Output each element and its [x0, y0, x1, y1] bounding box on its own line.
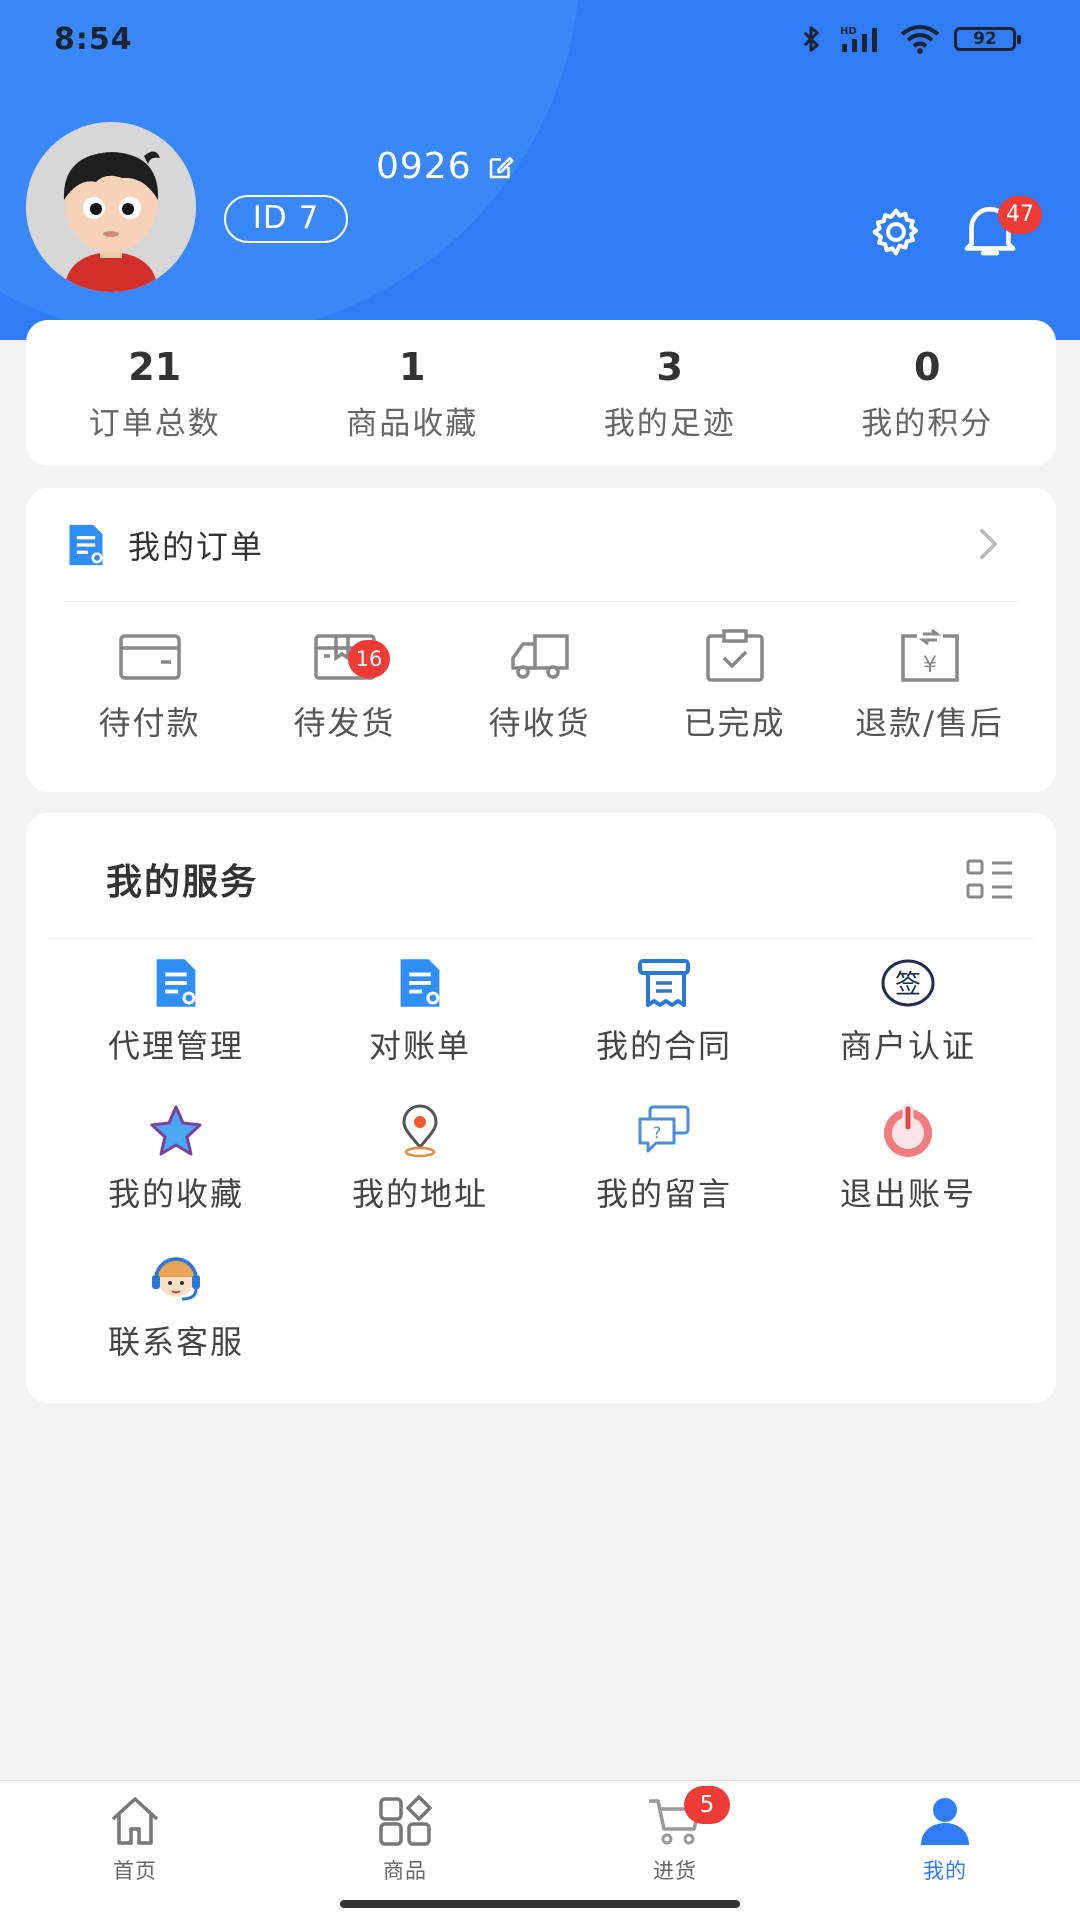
- order-status-list: 待付款 待发货 待收货 已完成 ¥ 退款/售后: [26, 628, 1056, 744]
- service-label: 退出账号: [839, 1175, 976, 1213]
- service-label: 对账单: [368, 1027, 471, 1065]
- status-bar: 8:54 HD 92: [0, 0, 1080, 80]
- pending-shipment-badge: 16: [348, 640, 390, 678]
- stats-card: 21 订单总数 1 商品收藏 3 我的足迹 0 我的积分: [26, 320, 1056, 466]
- orders-header[interactable]: 我的订单: [64, 488, 1018, 602]
- chevron-right-icon[interactable]: [974, 526, 1002, 562]
- profile-header: 8:54 HD 92 0926 ID 7 47: [0, 0, 1080, 340]
- wifi-icon: [900, 25, 940, 54]
- order-label: 待发货: [293, 704, 396, 742]
- service-address[interactable]: 我的地址: [298, 1103, 542, 1251]
- contract-icon: [638, 959, 690, 1007]
- service-merchant-verification[interactable]: 签 商户认证: [786, 955, 1030, 1103]
- stat-favorites[interactable]: 1 商品收藏: [284, 320, 542, 466]
- username-row[interactable]: 0926: [376, 146, 516, 187]
- notification-badge: 47: [998, 196, 1042, 234]
- service-statement[interactable]: 对账单: [298, 955, 542, 1103]
- svg-text:?: ?: [653, 1123, 662, 1142]
- cartoon-avatar-icon: [26, 122, 196, 292]
- user-id-pill: ID 7: [224, 195, 348, 243]
- stat-value: 3: [656, 344, 683, 389]
- order-pending-shipment[interactable]: 待发货: [247, 628, 442, 744]
- stat-label: 我的足迹: [603, 405, 736, 442]
- service-label: 我的合同: [595, 1027, 732, 1065]
- grid-icon: [379, 1795, 432, 1846]
- customer-service-icon: [152, 1257, 200, 1301]
- nav-profile[interactable]: 我的: [810, 1781, 1080, 1920]
- order-pending-payment[interactable]: 待付款: [52, 628, 247, 744]
- stat-label: 商品收藏: [346, 405, 479, 442]
- order-label: 待付款: [98, 704, 201, 742]
- wallet-icon: [118, 634, 181, 680]
- stat-points[interactable]: 0 我的积分: [799, 320, 1057, 466]
- document-user-icon: [156, 959, 196, 1007]
- services-title: 我的服务: [106, 862, 259, 903]
- home-indicator[interactable]: [340, 1900, 740, 1908]
- nav-home[interactable]: 首页: [0, 1781, 270, 1920]
- stat-footprints[interactable]: 3 我的足迹: [541, 320, 799, 466]
- stat-value: 0: [914, 344, 941, 389]
- order-label: 待收货: [488, 704, 591, 742]
- service-label: 我的收藏: [107, 1175, 244, 1213]
- nav-label: 首页: [113, 1859, 157, 1883]
- order-label: 已完成: [683, 704, 786, 742]
- services-card: 我的服务 代理管理 对账单 我的合同 签 商户认证 我的收藏 我的地址 ? 我的…: [26, 813, 1056, 1403]
- nav-label: 我的: [923, 1859, 967, 1883]
- orders-card: 我的订单 待付款 待发货 待收货 已完成 ¥ 退款/售后: [26, 488, 1056, 792]
- nav-label: 商品: [383, 1859, 427, 1883]
- service-label: 代理管理: [107, 1027, 244, 1065]
- home-icon: [111, 1797, 159, 1845]
- services-grid: 代理管理 对账单 我的合同 签 商户认证 我的收藏 我的地址 ? 我的留言 退出…: [26, 955, 1056, 1399]
- service-label: 我的留言: [595, 1175, 732, 1213]
- service-logout[interactable]: 退出账号: [786, 1103, 1030, 1251]
- seal-glyph: 签: [895, 970, 921, 1000]
- list-grid-icon[interactable]: [966, 859, 1014, 901]
- nav-label: 进货: [653, 1859, 697, 1883]
- service-agent-management[interactable]: 代理管理: [54, 955, 298, 1103]
- order-label: 退款/售后: [855, 704, 1004, 742]
- service-contract[interactable]: 我的合同: [542, 955, 786, 1103]
- refund-icon: ¥: [900, 628, 959, 682]
- service-messages[interactable]: ? 我的留言: [542, 1103, 786, 1251]
- message-icon: ?: [638, 1105, 690, 1153]
- settings-gear-icon[interactable]: [869, 205, 923, 259]
- power-icon: [884, 1103, 932, 1157]
- service-customer-support[interactable]: 联系客服: [54, 1251, 298, 1399]
- stat-value: 1: [399, 344, 426, 389]
- stat-value: 21: [128, 344, 182, 389]
- services-header: 我的服务: [48, 813, 1034, 939]
- stat-label: 我的积分: [861, 405, 994, 442]
- edit-icon[interactable]: [486, 152, 516, 182]
- bottom-navigation: 首页 商品 进货 我的: [0, 1780, 1080, 1920]
- cart-badge: 5: [684, 1786, 730, 1824]
- sign-seal-icon: 签: [881, 959, 935, 1007]
- svg-text:¥: ¥: [923, 653, 937, 678]
- bluetooth-icon: [803, 26, 819, 52]
- location-pin-icon: [402, 1104, 438, 1158]
- star-icon: [150, 1105, 202, 1156]
- order-completed[interactable]: 已完成: [637, 628, 832, 744]
- stat-orders[interactable]: 21 订单总数: [26, 320, 284, 466]
- status-time: 8:54: [54, 22, 133, 57]
- battery-indicator: 92: [954, 27, 1021, 51]
- service-favorites[interactable]: 我的收藏: [54, 1103, 298, 1251]
- avatar[interactable]: [26, 122, 196, 292]
- statement-icon: [400, 959, 440, 1007]
- username: 0926: [376, 146, 472, 187]
- stat-label: 订单总数: [88, 405, 221, 442]
- truck-icon: [510, 634, 569, 679]
- status-icons: HD 92: [796, 24, 1021, 54]
- order-refund[interactable]: ¥ 退款/售后: [832, 628, 1027, 744]
- clipboard-check-icon: [705, 629, 764, 682]
- orders-title: 我的订单: [128, 527, 265, 566]
- order-pending-receipt[interactable]: 待收货: [442, 628, 637, 744]
- svg-text:HD: HD: [840, 26, 857, 37]
- user-icon: [921, 1798, 969, 1845]
- order-document-icon: [69, 524, 103, 565]
- service-label: 我的地址: [351, 1175, 488, 1213]
- signal-icon: HD: [840, 26, 877, 52]
- service-label: 联系客服: [107, 1323, 244, 1361]
- service-label: 商户认证: [839, 1027, 976, 1065]
